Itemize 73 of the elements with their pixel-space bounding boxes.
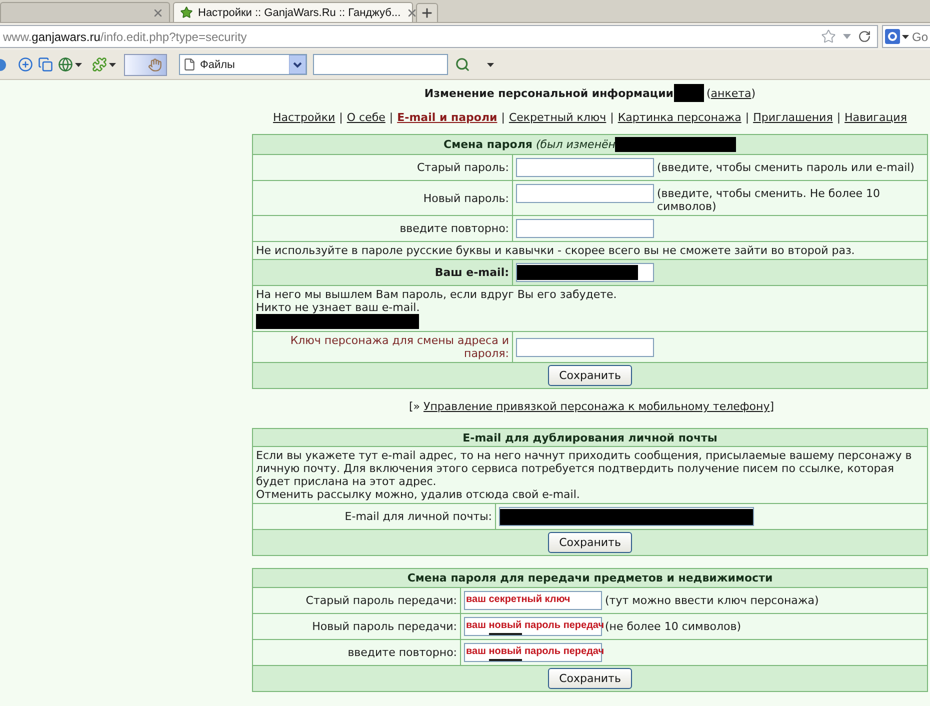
description-text: Если вы укажете тут e-mail адрес, то на него начнут приходить сообщения, присылаемые вашему персонажу в личную почту. Для включения этого сервиса потребуется подтвердить получение писем по ссылке, которая будет прислана на этот адрес.	[256, 449, 913, 488]
nav-separator: |	[745, 110, 750, 124]
save-button[interactable]: Сохранить	[548, 532, 632, 554]
password-field[interactable]	[516, 338, 654, 356]
nav-separator: |	[501, 110, 505, 124]
field-label: Новый пароль передачи:	[312, 620, 457, 633]
url-text: www.ganjawars.ru/info.edit.php?type=security	[3, 30, 248, 44]
field-label: Старый пароль:	[416, 161, 509, 174]
reload-icon[interactable]	[858, 30, 871, 43]
globe-icon[interactable]	[58, 57, 73, 72]
search-icon[interactable]	[455, 57, 470, 72]
nav-link[interactable]: E-mail и пароли	[397, 110, 498, 124]
field-label: введите повторно:	[400, 222, 509, 235]
page-icon	[183, 58, 196, 71]
email-field[interactable]	[516, 263, 654, 282]
nav-separator: |	[836, 110, 841, 124]
section-title: Смена пароля (был изменён	[444, 138, 616, 151]
star-icon	[180, 6, 193, 19]
section-title: Смена пароля для передачи предметов и недвижимости	[407, 572, 773, 585]
field-label: Старый пароль передачи:	[306, 594, 457, 607]
dropdown-select[interactable]: Файлы	[179, 54, 307, 75]
page-heading: Изменение персональной информации	[424, 86, 674, 100]
nav-link[interactable]: Картинка персонажа	[618, 110, 742, 124]
caret-icon[interactable]	[487, 62, 494, 66]
hint-text: (введите, чтобы сменить пароль или e-mail)	[657, 160, 914, 174]
profile-link[interactable]: (анкета)	[706, 86, 756, 100]
hand-icon	[148, 58, 162, 72]
save-button[interactable]: Сохранить	[548, 365, 632, 386]
search-engine-icon[interactable]	[885, 29, 900, 44]
field-label: Ваш e-mail:	[434, 266, 509, 279]
close-icon[interactable]	[406, 6, 418, 18]
nav-link[interactable]: Настройки	[273, 110, 336, 124]
field-label: введите повторно:	[348, 646, 457, 659]
text-field[interactable]	[313, 54, 448, 75]
password-field[interactable]	[516, 219, 654, 238]
nav-separator: |	[339, 110, 343, 124]
dropdown-arrow-icon[interactable]	[289, 55, 306, 74]
password-field[interactable]	[516, 184, 654, 203]
caret-icon[interactable]	[109, 62, 116, 66]
close-icon[interactable]	[152, 6, 164, 18]
nav-link[interactable]: О себе	[346, 110, 386, 124]
field-label: Новый пароль:	[423, 192, 509, 204]
hint-text: (не более 10 символов)	[605, 618, 742, 633]
plus-icon	[420, 6, 434, 20]
password-field[interactable]: ваш новый пароль передач	[464, 616, 602, 636]
password-field[interactable]: ваш новый пароль передач	[464, 642, 602, 662]
description-text: Отменить рассылку можно, удалив отсюда свой e-mail.	[256, 488, 581, 502]
note-text: На него мы вышлем Вам пароль, если вдруг Вы его забудете.	[256, 288, 618, 301]
copy-icon[interactable]	[38, 57, 53, 72]
caret-icon[interactable]	[902, 34, 909, 38]
hand-button[interactable]	[124, 54, 167, 76]
nav-separator: |	[389, 110, 394, 124]
password-field[interactable]: ваш секретный ключ	[464, 590, 602, 610]
nav-link[interactable]: Навигация	[844, 110, 907, 124]
note-text: Не используйте в пароле русские буквы и кавычки - скорее всего вы не сможете зайти во второй раз.	[256, 244, 856, 257]
caret-icon[interactable]	[75, 62, 82, 66]
nav-link[interactable]: Приглашения	[753, 110, 833, 124]
mobile-link[interactable]: [» Управление привязкой персонажа к мобильному телефону]	[408, 400, 774, 413]
field-label: E-mail для личной почты:	[344, 510, 492, 524]
note-text: Никто не узнает ваш e-mail.	[256, 301, 421, 314]
hint-text: (введите, чтобы сменить. Не более 10 символов)	[657, 186, 881, 213]
field-label: Ключ персонажа для смены адреса и пароля:	[290, 334, 509, 360]
address-field[interactable]: www.ganjawars.ru/info.edit.php?type=security	[0, 25, 878, 48]
browser-tab[interactable]: Настройки :: GanjaWars.Ru :: Ганджуб...	[173, 2, 413, 22]
save-button[interactable]: Сохранить	[548, 668, 632, 689]
new-tab-button[interactable]	[416, 3, 438, 22]
plus-circle-icon[interactable]	[18, 57, 33, 72]
password-field[interactable]	[516, 158, 654, 177]
nav-link[interactable]: Секретный ключ	[508, 110, 606, 124]
hint-text: (тут можно ввести ключ персонажа)	[605, 592, 819, 607]
section-title: E-mail для дублирования личной почты	[462, 431, 718, 444]
nav-separator: |	[610, 110, 614, 124]
star-icon[interactable]	[821, 29, 836, 44]
